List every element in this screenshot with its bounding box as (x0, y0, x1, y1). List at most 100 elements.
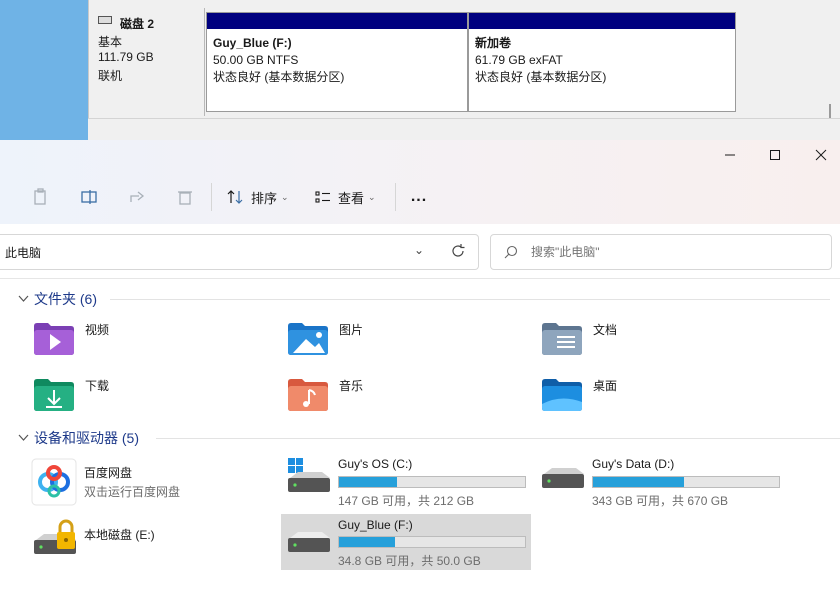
drive-name: Guy_Blue (F:) (338, 518, 413, 532)
partition-new-volume[interactable]: 新加卷 61.79 GB exFAT 状态良好 (基本数据分区) (468, 12, 736, 112)
partition-bar (207, 13, 467, 29)
folder-desktop[interactable]: 桌面 (541, 376, 617, 412)
disk-management-window: 磁盘 2 基本 111.79 GB 联机 Guy_Blue (F:) 50.00… (0, 0, 840, 141)
hard-drive-icon (542, 468, 584, 488)
drive-d[interactable]: Guy's Data (D:) 343 GB 可用，共 670 GB (536, 452, 786, 508)
maximize-button[interactable] (752, 140, 798, 170)
folder-documents[interactable]: 文档 (541, 320, 617, 356)
disk-icon (98, 16, 112, 24)
toolbar-separator (395, 183, 396, 211)
content-divider (0, 278, 840, 279)
partition-status: 状态良好 (基本数据分区) (475, 70, 607, 84)
title-bar: 排序 ⌄ 查看 ⌄ ... (0, 140, 840, 224)
drive-c[interactable]: Guy's OS (C:) 147 GB 可用，共 212 GB (282, 452, 532, 508)
sort-icon (227, 190, 243, 204)
partition-name: Guy_Blue (F:) (213, 36, 292, 50)
disk-size: 111.79 GB (98, 50, 154, 64)
paste-button[interactable] (28, 181, 54, 213)
folder-downloads[interactable]: 下载 (33, 376, 109, 412)
more-options-button[interactable]: ... (404, 181, 434, 213)
minimize-icon (725, 154, 735, 156)
devices-section-title: 设备和驱动器 (5) (34, 430, 139, 446)
drive-name: Guy's Data (D:) (592, 457, 675, 471)
drive-usage-fill (339, 477, 397, 487)
share-icon (130, 191, 145, 202)
search-icon (504, 245, 518, 259)
disk-name: 磁盘 2 (120, 17, 155, 31)
downloads-folder-icon (34, 379, 74, 411)
address-path: 此电脑 (5, 246, 42, 260)
file-explorer-window: 排序 ⌄ 查看 ⌄ ... 此电脑 ⌄ 文件夹 (6) (0, 140, 840, 603)
disk-label-box[interactable]: 磁盘 2 基本 111.79 GB 联机 (92, 8, 205, 116)
folders-section-header[interactable]: 文件夹 (6) (18, 289, 97, 309)
drive-name: Guy's OS (C:) (338, 457, 413, 471)
partition-guy-blue[interactable]: Guy_Blue (F:) 50.00 GB NTFS 状态良好 (基本数据分区… (206, 12, 468, 112)
chevron-down-icon: ⌄ (281, 191, 289, 202)
videos-folder-icon (34, 323, 74, 355)
drive-free-space: 343 GB 可用，共 670 GB (592, 494, 729, 508)
drive-usage-bar (592, 476, 780, 488)
hard-drive-icon (288, 532, 330, 552)
section-divider (110, 299, 830, 300)
disk-type: 基本 (98, 35, 123, 49)
drive-f[interactable]: Guy_Blue (F:) 34.8 GB 可用，共 50.0 GB (281, 514, 531, 570)
folder-videos[interactable]: 视频 (33, 320, 109, 356)
documents-folder-icon (542, 323, 582, 355)
folder-label: 桌面 (593, 378, 618, 393)
drive-usage-fill (339, 537, 395, 547)
folder-music[interactable]: 音乐 (287, 376, 363, 412)
chevron-down-icon: ⌄ (368, 191, 376, 202)
folder-pictures[interactable]: 图片 (287, 320, 363, 356)
toolbar-separator (211, 183, 212, 211)
drive-name: 本地磁盘 (E:) (84, 528, 155, 542)
close-icon (815, 149, 827, 161)
sort-label: 排序 (251, 190, 278, 206)
chevron-down-icon (18, 295, 29, 302)
view-button[interactable]: 查看 ⌄ (314, 181, 382, 213)
music-folder-icon (288, 379, 328, 411)
windows-drive-icon (288, 458, 330, 492)
desktop-folder-icon (542, 379, 582, 411)
rename-button[interactable] (76, 181, 102, 213)
view-icon (315, 191, 330, 203)
disk-state: 联机 (98, 69, 123, 83)
partition-bar (469, 13, 735, 29)
partition-size: 50.00 GB NTFS (213, 53, 299, 67)
search-input[interactable] (529, 241, 823, 263)
drive-usage-fill (593, 477, 685, 487)
device-name: 百度网盘 (84, 466, 133, 480)
section-divider (156, 438, 840, 439)
folder-label: 图片 (339, 322, 364, 337)
partition-name: 新加卷 (475, 36, 512, 50)
folders-section-title: 文件夹 (6) (34, 291, 97, 307)
disk-management-footer (88, 118, 840, 141)
maximize-icon (770, 150, 780, 160)
pictures-folder-icon (288, 323, 328, 355)
share-button[interactable] (124, 181, 150, 213)
device-subtitle: 双击运行百度网盘 (84, 485, 181, 499)
search-box[interactable] (490, 234, 832, 270)
close-button[interactable] (798, 140, 840, 170)
devices-section-header[interactable]: 设备和驱动器 (5) (18, 428, 139, 448)
minimize-button[interactable] (707, 140, 753, 170)
device-baidu-netdisk[interactable]: 百度网盘 双击运行百度网盘 (30, 458, 270, 506)
partition-status: 状态良好 (基本数据分区) (213, 70, 345, 84)
chevron-down-icon (18, 434, 29, 441)
folder-label: 文档 (593, 322, 618, 337)
refresh-button[interactable] (450, 243, 466, 262)
delete-button[interactable] (172, 181, 198, 213)
drive-e[interactable]: 本地磁盘 (E:) (30, 516, 270, 566)
partition-size: 61.79 GB exFAT (475, 53, 563, 67)
trash-icon (178, 191, 192, 205)
chevron-down-icon[interactable]: ⌄ (414, 243, 424, 257)
view-label: 查看 (338, 190, 365, 206)
paste-icon (34, 188, 46, 205)
sort-button[interactable]: 排序 ⌄ (226, 181, 292, 213)
address-bar[interactable]: 此电脑 ⌄ (0, 234, 479, 270)
rename-icon (81, 190, 97, 204)
baidu-netdisk-icon (31, 458, 77, 506)
drive-usage-bar (338, 476, 526, 488)
drive-free-space: 34.8 GB 可用，共 50.0 GB (338, 554, 481, 568)
drive-free-space: 147 GB 可用，共 212 GB (338, 494, 475, 508)
locked-drive-icon (34, 519, 76, 554)
